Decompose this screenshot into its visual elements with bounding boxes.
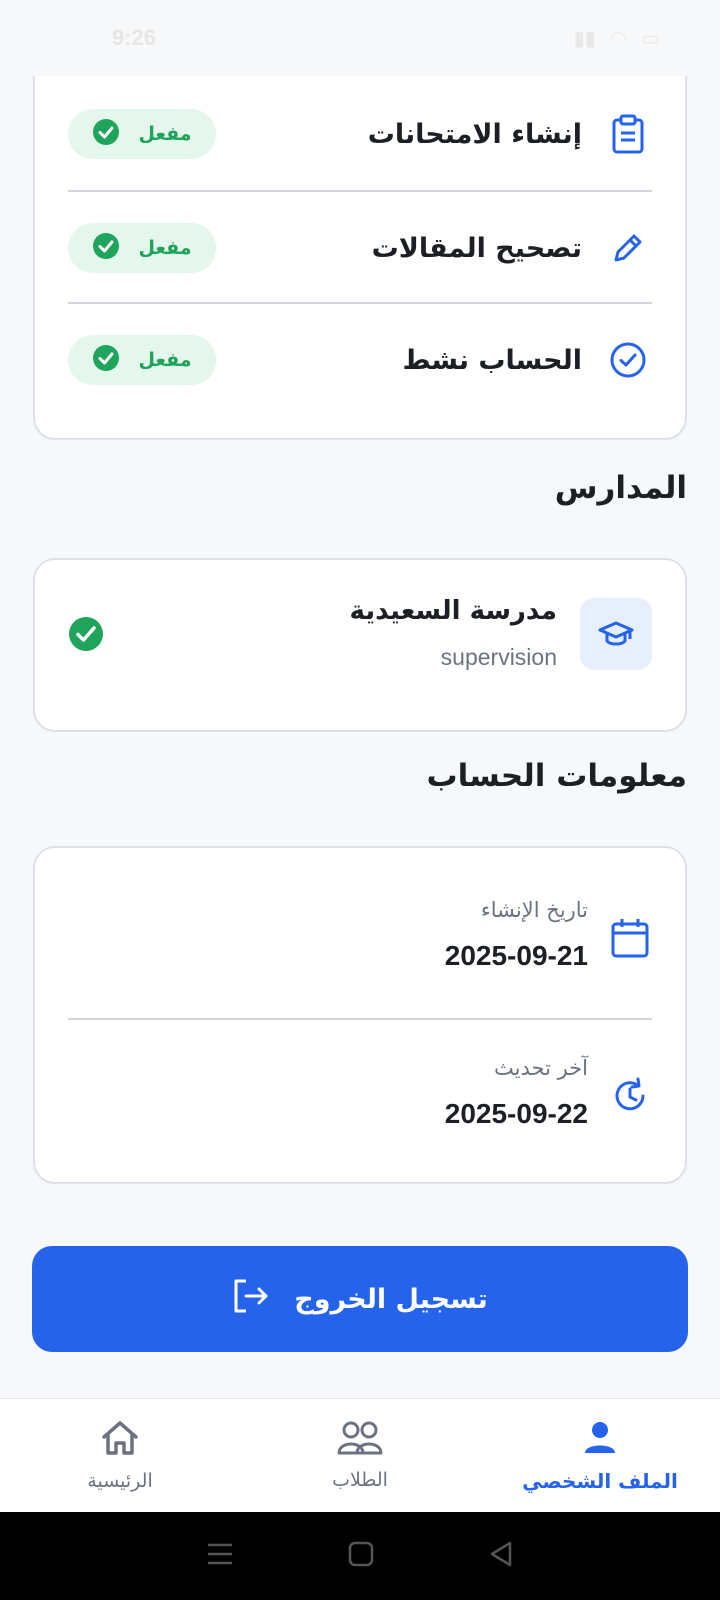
status-badge: مفعل bbox=[68, 109, 216, 159]
status-time: 9:26 bbox=[112, 25, 157, 50]
created-date-row: تاريخ الإنشاء 2025-09-21 bbox=[68, 870, 652, 1010]
updated-date-row: آخر تحديث 2025-09-22 bbox=[68, 1028, 652, 1168]
check-circle-icon bbox=[92, 118, 120, 150]
calendar-icon bbox=[608, 914, 652, 962]
logout-button[interactable]: تسجيل الخروج bbox=[32, 1246, 688, 1352]
account-section-title: معلومات الحساب bbox=[426, 758, 687, 794]
school-role: supervision bbox=[440, 644, 557, 670]
badge-text: مفعل bbox=[138, 123, 192, 145]
nav-label: الرئيسية bbox=[87, 1469, 153, 1492]
school-name: مدرسة السعيدية bbox=[349, 596, 557, 626]
nav-item-profile[interactable]: الملف الشخصي bbox=[480, 1399, 720, 1512]
system-nav-bar bbox=[0, 1512, 720, 1600]
battery-icon: ▭ bbox=[641, 26, 660, 50]
nav-label: الملف الشخصي bbox=[522, 1468, 678, 1493]
nav-item-home[interactable]: الرئيسية bbox=[0, 1399, 240, 1512]
home-button-icon[interactable] bbox=[348, 1541, 374, 1571]
nav-item-students[interactable]: الطلاب bbox=[240, 1399, 480, 1512]
clock-refresh-icon bbox=[608, 1072, 652, 1120]
account-info-card: تاريخ الإنشاء 2025-09-21 آخر تحديث 2025-… bbox=[33, 846, 687, 1184]
permission-label: تصحيح المقالات bbox=[371, 232, 582, 264]
check-circle-outline-icon bbox=[604, 336, 652, 384]
content-scroll[interactable]: إنشاء الامتحانات مفعل تصحيح المقالات مفع… bbox=[0, 76, 720, 1398]
signal-icon: ▮▮ bbox=[573, 26, 596, 50]
check-circle-icon bbox=[92, 232, 120, 264]
logout-label: تسجيل الخروج bbox=[294, 1283, 488, 1315]
bottom-nav: الملف الشخصي الطلاب الرئيسية bbox=[0, 1398, 720, 1512]
permission-label: الحساب نشط bbox=[402, 344, 582, 376]
check-circle-icon bbox=[92, 344, 120, 376]
profile-icon bbox=[582, 1419, 618, 1459]
graduation-cap-icon bbox=[580, 598, 652, 670]
divider bbox=[68, 1018, 652, 1020]
permission-row-create-exams: إنشاء الامتحانات مفعل bbox=[68, 78, 652, 190]
wifi-icon: ◠ bbox=[609, 26, 628, 50]
nav-label: الطلاب bbox=[332, 1468, 388, 1491]
created-value: 2025-09-21 bbox=[444, 940, 588, 971]
menu-icon[interactable] bbox=[207, 1542, 233, 1570]
status-icons: ▮▮ ◠ ▭ bbox=[574, 26, 660, 50]
check-circle-icon bbox=[68, 616, 104, 656]
school-card[interactable]: مدرسة السعيدية supervision bbox=[33, 558, 687, 732]
logout-icon bbox=[232, 1278, 270, 1321]
status-badge: مفعل bbox=[68, 223, 216, 273]
status-bar: 9:26 ▮▮ ◠ ▭ bbox=[0, 0, 720, 76]
home-icon bbox=[101, 1420, 139, 1460]
students-icon bbox=[337, 1421, 383, 1459]
created-label: تاريخ الإنشاء bbox=[480, 898, 588, 922]
badge-text: مفعل bbox=[138, 349, 192, 371]
permission-label: إنشاء الامتحانات bbox=[367, 118, 582, 150]
status-badge: مفعل bbox=[68, 335, 216, 385]
permission-row-account-active: الحساب نشط مفعل bbox=[68, 304, 652, 416]
schools-section-title: المدارس bbox=[554, 470, 687, 506]
clipboard-icon bbox=[604, 110, 652, 158]
permission-row-grade-essays: تصحيح المقالات مفعل bbox=[68, 192, 652, 304]
badge-text: مفعل bbox=[138, 237, 192, 259]
pencil-icon bbox=[604, 224, 652, 272]
updated-value: 2025-09-22 bbox=[444, 1098, 588, 1129]
back-icon[interactable] bbox=[489, 1541, 513, 1571]
permissions-card: إنشاء الامتحانات مفعل تصحيح المقالات مفع… bbox=[33, 76, 687, 440]
updated-label: آخر تحديث bbox=[494, 1056, 588, 1080]
